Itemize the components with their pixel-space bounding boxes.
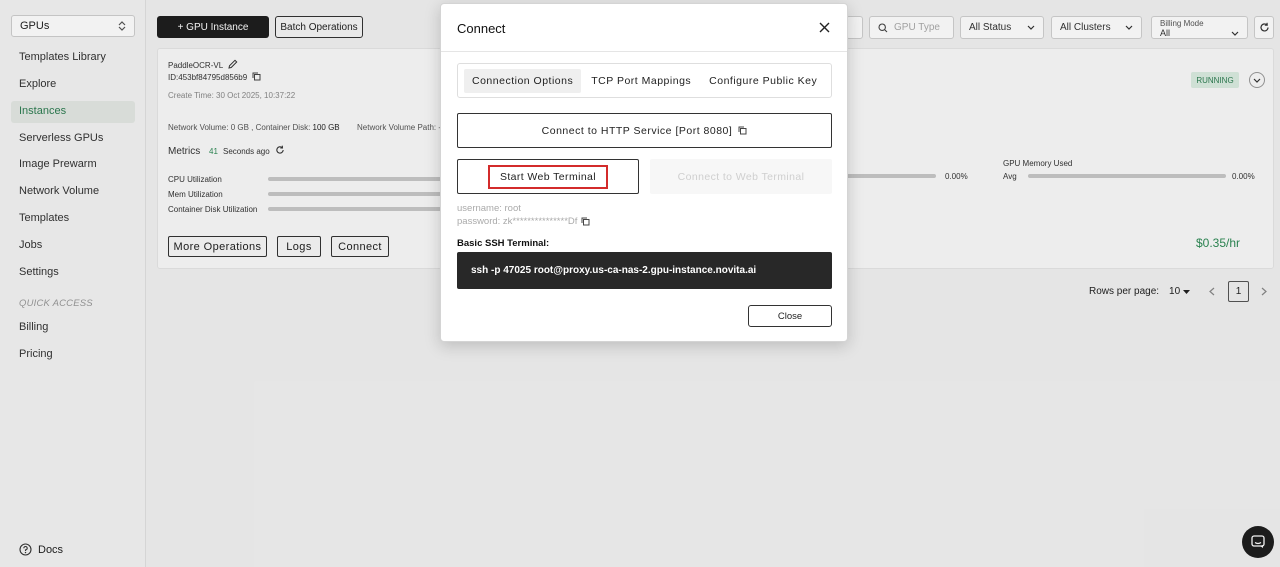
copy-icon [738,126,747,135]
connect-http-service-button[interactable]: Connect to HTTP Service [Port 8080] [457,113,832,148]
modal-close-button[interactable] [816,19,832,35]
connect-web-terminal-button: Connect to Web Terminal [650,159,832,194]
connect-tabs: Connection Options TCP Port Mappings Con… [457,63,832,98]
start-web-terminal-button[interactable]: Start Web Terminal [457,159,639,194]
tab-tcp-port-mappings[interactable]: TCP Port Mappings [583,69,699,93]
tab-configure-public-key[interactable]: Configure Public Key [701,69,825,93]
close-icon [819,22,830,33]
modal-title: Connect [457,21,506,36]
copy-icon[interactable] [581,217,590,226]
connect-http-service-label: Connect to HTTP Service [Port 8080] [541,124,733,137]
password-text: password: zk***************Df [457,216,578,227]
ssh-username: username: root [457,203,521,214]
username-text: username: root [457,203,521,214]
start-web-terminal-label: Start Web Terminal [487,164,609,189]
close-button[interactable]: Close [748,305,832,327]
ssh-command: ssh -p 47025 root@proxy.us-ca-nas-2.gpu-… [471,265,757,276]
ssh-terminal-label: Basic SSH Terminal: [457,238,550,249]
modal-divider [441,51,847,52]
ssh-command-box[interactable]: ssh -p 47025 root@proxy.us-ca-nas-2.gpu-… [457,252,832,289]
tab-connection-options[interactable]: Connection Options [464,68,582,93]
connect-modal: Connect Connection Options TCP Port Mapp… [440,3,848,342]
ssh-password: password: zk***************Df [457,216,590,227]
